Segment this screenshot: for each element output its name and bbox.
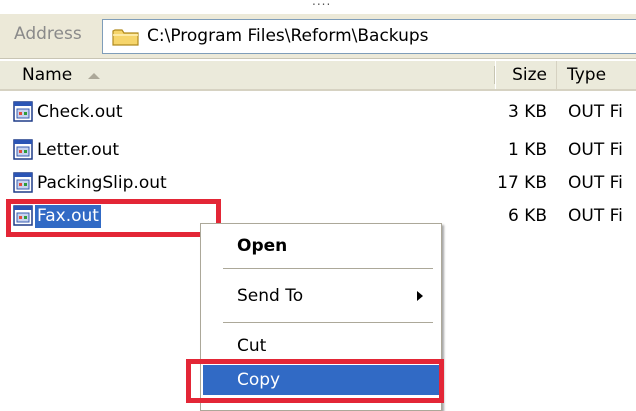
file-size: 1 KB [507, 140, 547, 160]
address-label: Address [14, 24, 82, 44]
column-header-type[interactable]: Type [556, 61, 636, 89]
toolbar-strip: .... [0, 0, 636, 14]
column-header-size[interactable]: Size [494, 61, 555, 89]
file-row[interactable]: Check.out 3 KB OUT Fi [0, 99, 636, 126]
file-type: OUT Fi [568, 102, 623, 122]
menu-item-open[interactable]: Open [203, 231, 439, 261]
file-type: OUT Fi [568, 140, 623, 160]
file-type: OUT Fi [568, 173, 623, 193]
file-row[interactable]: PackingSlip.out 17 KB OUT Fi [0, 170, 636, 197]
out-file-icon [13, 101, 33, 122]
menu-separator [223, 322, 433, 323]
menu-item-send-to-label: Send To [237, 286, 304, 306]
column-type-label: Type [567, 65, 607, 85]
column-header: Name Size Type [0, 61, 636, 91]
address-path[interactable]: C:\Program Files\Reform\Backups [147, 26, 429, 46]
file-row[interactable]: Letter.out 1 KB OUT Fi [0, 137, 636, 164]
column-name-label: Name [22, 65, 73, 85]
address-bar: Address C:\Program Files\Reform\Backups [0, 14, 636, 59]
file-size: 3 KB [507, 102, 547, 122]
menu-item-cut[interactable]: Cut [203, 331, 439, 361]
file-size: 17 KB [497, 173, 547, 193]
out-file-icon [13, 139, 33, 160]
sort-ascending-icon [88, 73, 100, 79]
toolbar-overflow-marker: .... [312, 0, 332, 8]
column-header-name[interactable]: Name [0, 61, 495, 89]
menu-item-cut-label: Cut [237, 336, 267, 356]
file-name[interactable]: Check.out [35, 101, 125, 124]
file-type: OUT Fi [568, 206, 623, 226]
file-name[interactable]: PackingSlip.out [35, 172, 169, 195]
menu-separator [223, 268, 433, 269]
file-name[interactable]: Letter.out [35, 139, 121, 162]
submenu-arrow-icon [417, 291, 423, 301]
address-field[interactable]: C:\Program Files\Reform\Backups [102, 19, 636, 54]
selected-file-highlight [6, 199, 221, 237]
out-file-icon [13, 172, 33, 193]
menu-item-open-label: Open [237, 236, 288, 256]
column-size-label: Size [512, 65, 547, 85]
menu-item-send-to[interactable]: Send To [203, 281, 439, 311]
folder-icon [112, 29, 139, 46]
file-size: 6 KB [507, 206, 547, 226]
copy-item-highlight [186, 359, 444, 403]
